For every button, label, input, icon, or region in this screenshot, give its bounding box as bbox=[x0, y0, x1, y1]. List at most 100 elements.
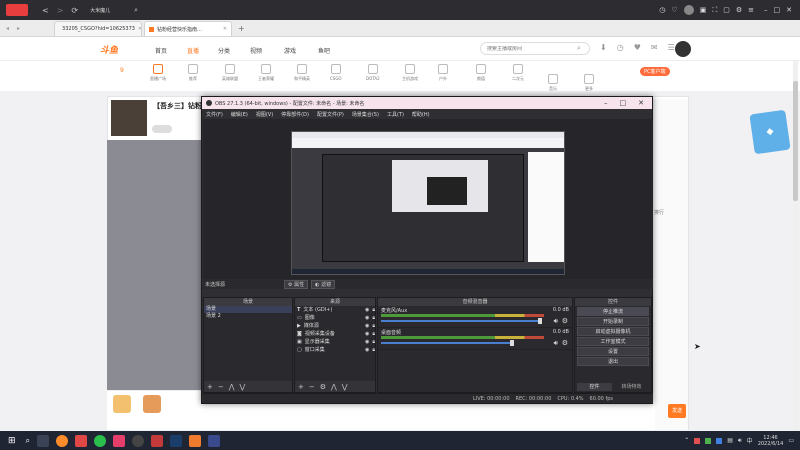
eye-icon[interactable]: ◉ bbox=[365, 306, 369, 314]
eye-icon[interactable]: ◉ bbox=[365, 330, 369, 338]
category-item[interactable]: 推荐 bbox=[188, 64, 198, 82]
virtual-camera-button[interactable]: 启动虚拟摄像机 bbox=[577, 327, 649, 336]
obs-maximize-icon[interactable]: □ bbox=[620, 99, 627, 107]
source-item[interactable]: ▣ 显示器采集 ◉ 🔒︎ bbox=[295, 338, 375, 346]
eye-icon[interactable]: ◉ bbox=[365, 322, 369, 330]
app-icon[interactable] bbox=[151, 434, 164, 447]
category-item[interactable]: 更多 bbox=[584, 74, 594, 92]
settings-button[interactable]: 设置 bbox=[577, 347, 649, 356]
nav-game[interactable]: 游戏 bbox=[284, 46, 296, 55]
volume-slider[interactable] bbox=[381, 320, 540, 322]
lock-icon[interactable]: 🔒︎ bbox=[372, 306, 375, 314]
lock-icon[interactable]: 🔒︎ bbox=[372, 338, 375, 346]
tray-app-icon[interactable] bbox=[694, 437, 701, 444]
app-icon[interactable] bbox=[113, 434, 126, 447]
volume-icon[interactable]: 🔊︎ bbox=[554, 317, 558, 326]
volume-icon[interactable]: 🔊︎ bbox=[738, 437, 742, 445]
extension-icon[interactable]: ▣ bbox=[700, 6, 707, 14]
obs-minimize-icon[interactable]: – bbox=[604, 99, 608, 107]
nav-category[interactable]: 分类 bbox=[218, 46, 230, 55]
start-recording-button[interactable]: 开始录制 bbox=[577, 317, 649, 326]
tray-app-icon[interactable] bbox=[705, 437, 712, 444]
new-tab-button[interactable]: + bbox=[238, 24, 245, 33]
track-settings-icon[interactable]: ⚙ bbox=[562, 317, 568, 325]
stop-streaming-button[interactable]: 停止推流 bbox=[577, 307, 649, 316]
task-icon[interactable]: ☰ bbox=[668, 43, 675, 52]
category-item[interactable]: 和平精英 bbox=[294, 64, 310, 82]
tab-close-icon[interactable]: ✕ bbox=[223, 26, 227, 32]
shirt-icon[interactable]: ⛶ bbox=[712, 6, 717, 15]
tab-controls[interactable]: 控件 bbox=[577, 383, 612, 391]
avatar[interactable] bbox=[683, 5, 694, 15]
favorite-icon[interactable]: ♡ bbox=[671, 6, 677, 14]
tab-back-icon[interactable]: ◂ bbox=[6, 25, 9, 32]
streamer-avatar[interactable] bbox=[111, 100, 147, 136]
eye-icon[interactable]: ◉ bbox=[365, 338, 369, 346]
add-icon[interactable]: + bbox=[207, 383, 213, 391]
network-icon[interactable]: ▤ bbox=[727, 437, 733, 444]
app-icon[interactable] bbox=[75, 434, 88, 447]
menu-scene-collection[interactable]: 场景集合(S) bbox=[352, 111, 379, 118]
site-logo[interactable]: 斗鱼 bbox=[100, 43, 118, 56]
studio-mode-button[interactable]: 工作室模式 bbox=[577, 337, 649, 346]
clock[interactable]: 12:46 2022/6/14 bbox=[758, 435, 784, 447]
menu-docks[interactable]: 停靠部件(D) bbox=[281, 111, 309, 118]
eye-icon[interactable]: ◉ bbox=[365, 346, 369, 354]
lock-icon[interactable]: 🔒︎ bbox=[372, 322, 375, 330]
browser-tab-2[interactable]: 钻粉经营快乐指南... ✕ bbox=[144, 21, 233, 36]
steam-icon[interactable] bbox=[170, 434, 183, 447]
message-icon[interactable]: ✉ bbox=[651, 43, 658, 52]
browser-tab-1[interactable]: 33205_CSGO?hid=10625373 ✕ bbox=[54, 21, 143, 36]
download-icon[interactable]: ⬇ bbox=[600, 43, 607, 52]
promo-badge[interactable]: ◆ bbox=[749, 109, 791, 155]
category-item[interactable]: 直播广场 bbox=[150, 64, 166, 82]
maximize-icon[interactable]: □ bbox=[774, 6, 781, 14]
start-icon[interactable]: ⊞ bbox=[8, 436, 16, 446]
app-icon[interactable] bbox=[189, 434, 202, 447]
remove-icon[interactable]: − bbox=[309, 383, 315, 391]
menu-profile[interactable]: 配置文件(P) bbox=[317, 111, 344, 118]
menu-icon[interactable]: ≡ bbox=[748, 6, 754, 14]
lock-icon[interactable]: 🔒︎ bbox=[372, 314, 375, 322]
nav-video[interactable]: 视频 bbox=[250, 46, 262, 55]
category-item[interactable]: DOTA2 bbox=[366, 64, 380, 81]
search-icon[interactable]: ⌕ bbox=[134, 6, 138, 15]
eye-icon[interactable]: ◉ bbox=[365, 314, 369, 322]
menu-view[interactable]: 视图(V) bbox=[256, 111, 273, 118]
reload-icon[interactable]: ⟳ bbox=[71, 6, 78, 15]
source-item[interactable]: ▢ 窗口采集 ◉ 🔒︎ bbox=[295, 346, 375, 354]
history-icon[interactable]: ◷ bbox=[617, 43, 624, 52]
tab-close-icon[interactable]: ✕ bbox=[138, 26, 141, 32]
move-down-icon[interactable]: ⋁ bbox=[240, 383, 246, 391]
scene-item[interactable]: 场景 bbox=[204, 306, 292, 313]
source-item[interactable]: ◙ 视频采集设备 ◉ 🔒︎ bbox=[295, 330, 375, 338]
ime-icon[interactable]: 中 bbox=[747, 436, 753, 445]
add-icon[interactable]: + bbox=[298, 383, 304, 391]
send-button[interactable]: 发送 bbox=[668, 404, 686, 418]
source-item[interactable]: ▶ 媒体源 ◉ 🔒︎ bbox=[295, 322, 375, 330]
move-up-icon[interactable]: ⋀ bbox=[331, 383, 337, 391]
back-icon[interactable]: < bbox=[42, 6, 49, 15]
tray-up-icon[interactable]: ⌃ bbox=[684, 437, 689, 444]
move-up-icon[interactable]: ⋀ bbox=[229, 383, 235, 391]
volume-icon[interactable]: 🔊︎ bbox=[554, 339, 558, 348]
app-icon[interactable] bbox=[208, 434, 221, 447]
history-icon[interactable]: ◷ bbox=[659, 6, 665, 14]
tab-forward-icon[interactable]: ▸ bbox=[17, 25, 20, 32]
settings-icon[interactable]: ⚙ bbox=[736, 6, 742, 14]
obs-app-icon[interactable] bbox=[132, 434, 145, 447]
user-avatar[interactable] bbox=[675, 41, 691, 57]
category-item[interactable]: 音乐 bbox=[548, 74, 558, 92]
follow-icon[interactable]: ♥ bbox=[634, 43, 641, 52]
category-item[interactable]: 主机游戏 bbox=[402, 64, 418, 82]
search-icon[interactable]: ⌕ bbox=[26, 436, 30, 446]
obs-preview[interactable] bbox=[203, 119, 653, 279]
lock-icon[interactable]: 🔒︎ bbox=[372, 346, 375, 354]
follow-button[interactable] bbox=[152, 125, 172, 133]
properties-button[interactable]: ⚙ 属性 bbox=[284, 279, 309, 289]
slider-handle[interactable] bbox=[510, 340, 514, 346]
exit-button[interactable]: 退出 bbox=[577, 357, 649, 366]
slider-handle[interactable] bbox=[538, 318, 542, 324]
browser-app-icon[interactable] bbox=[56, 434, 69, 447]
browser-logo-icon[interactable] bbox=[6, 4, 28, 16]
